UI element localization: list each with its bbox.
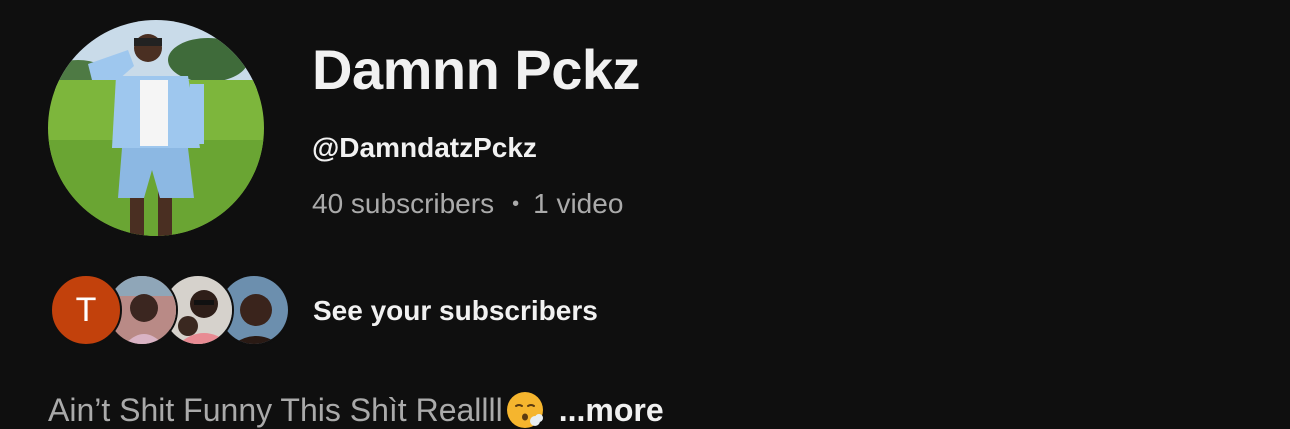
subscriber-avatar-initial: T <box>75 290 97 329</box>
channel-name: Damnn Pckz <box>312 38 641 101</box>
channel-header: Damnn Pckz @DamndatzPckz 40 subscribers … <box>0 0 1290 429</box>
channel-handle: @DamndatzPckz <box>312 132 537 163</box>
see-subscribers-link[interactable]: See your subscribers <box>313 293 598 329</box>
description-text: Ain’t Shit Funny This Shìt Reallll <box>48 392 503 428</box>
stats-separator: • <box>512 193 520 215</box>
subscriber-count: 40 subscribers <box>312 188 495 219</box>
channel-avatar[interactable] <box>48 20 264 236</box>
more-link[interactable]: ...more <box>559 389 664 429</box>
video-count: 1 video <box>533 188 624 219</box>
subscriber-avatar-letter: T <box>50 274 122 346</box>
subscriber-avatar-stack[interactable]: T <box>50 274 290 348</box>
avatar-photo <box>48 20 264 236</box>
face-exhaling-icon <box>506 392 543 428</box>
channel-description[interactable]: Ain’t Shit Funny This Shìt Reallll ...mo… <box>48 389 664 429</box>
channel-stats: 40 subscribers • 1 video <box>312 186 623 222</box>
